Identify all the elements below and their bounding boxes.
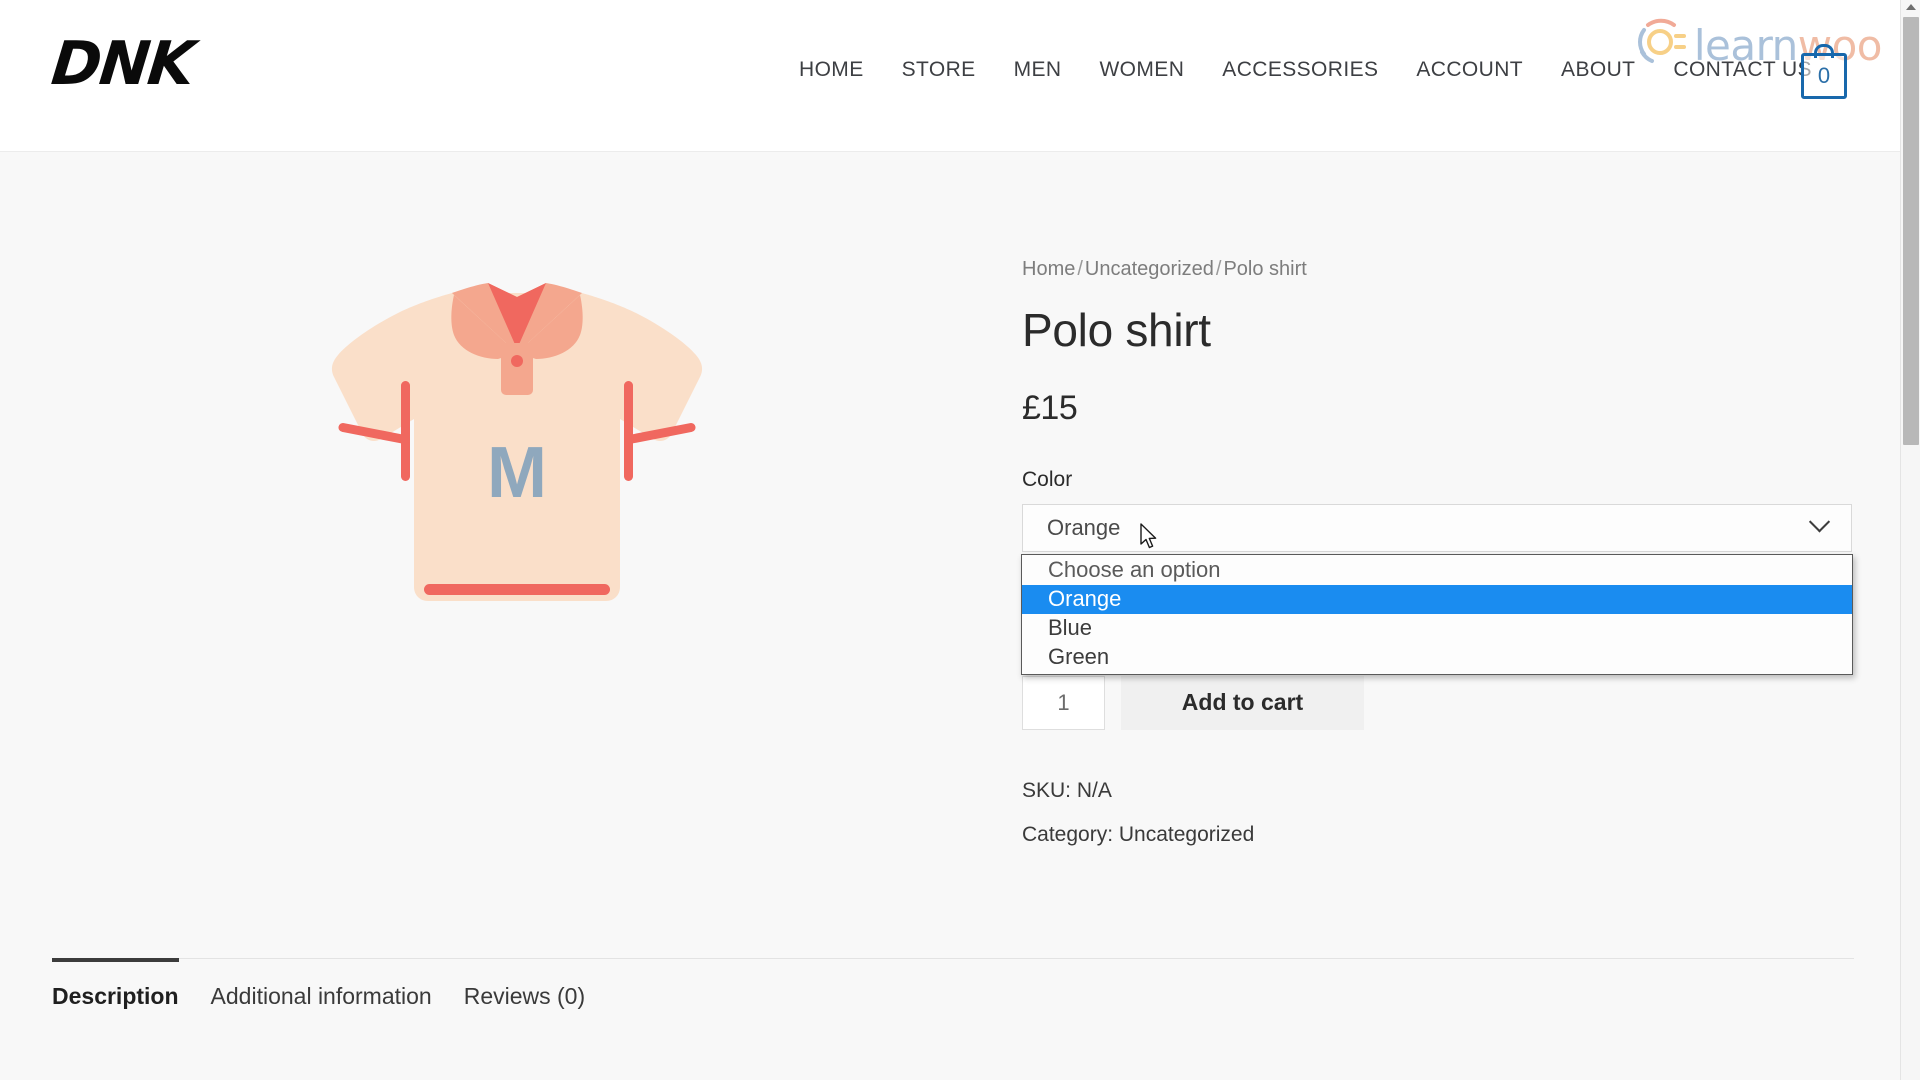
product-sku: SKU: N/A: [1022, 778, 1112, 802]
breadcrumb-current: Polo shirt: [1223, 258, 1307, 280]
nav-item-home[interactable]: HOME: [780, 58, 883, 82]
option-blue[interactable]: Blue: [1022, 614, 1852, 643]
tab-additional-information[interactable]: Additional information: [211, 959, 432, 1022]
nav-item-accessories[interactable]: ACCESSORIES: [1203, 58, 1397, 82]
product-tabs: Description Additional information Revie…: [52, 958, 1854, 1022]
nav-item-men[interactable]: MEN: [995, 58, 1081, 82]
main-navigation: HOME STORE MEN WOMEN ACCESSORIES ACCOUNT…: [780, 58, 1831, 82]
scroll-up-arrow-icon[interactable]: [1905, 4, 1916, 10]
add-to-cart-button[interactable]: Add to cart: [1121, 675, 1364, 730]
nav-item-about[interactable]: ABOUT: [1542, 58, 1654, 82]
color-option-list[interactable]: Choose an option Orange Blue Green: [1021, 553, 1853, 675]
nav-item-store[interactable]: STORE: [883, 58, 995, 82]
nav-item-account[interactable]: ACCOUNT: [1397, 58, 1542, 82]
breadcrumb-separator: /: [1077, 258, 1083, 280]
site-header: DNK HOME STORE MEN WOMEN ACCESSORIES ACC…: [0, 0, 1900, 152]
scrollbar-thumb[interactable]: [1903, 17, 1919, 445]
product-summary: Home / Uncategorized / Polo shirt Polo shirt…: [1021, 152, 1854, 865]
page-content: M Home / Uncategorized / Polo shirt Polo shi…: [0, 152, 1900, 1080]
option-green[interactable]: Green: [1022, 643, 1852, 672]
shopping-bag-icon: [1814, 44, 1834, 58]
breadcrumb-category[interactable]: Uncategorized: [1085, 258, 1214, 280]
color-attribute-label: Color: [1022, 467, 1073, 491]
color-select-wrapper: Orange Choose an option Orange Blue Gree…: [1021, 503, 1853, 675]
quantity-input[interactable]: [1022, 675, 1105, 730]
site-logo[interactable]: DNK: [48, 29, 196, 99]
option-choose-an-option[interactable]: Choose an option: [1022, 556, 1852, 585]
nav-item-women[interactable]: WOMEN: [1080, 58, 1203, 82]
product-page: DNK HOME STORE MEN WOMEN ACCESSORIES ACC…: [0, 0, 1920, 1080]
shirt-size-letter: M: [487, 433, 547, 513]
tab-reviews[interactable]: Reviews (0): [464, 959, 585, 1022]
breadcrumb-home[interactable]: Home: [1022, 258, 1075, 280]
product-price: £15: [1022, 388, 1078, 427]
vertical-scrollbar[interactable]: [1900, 0, 1920, 1080]
page-title: Polo shirt: [1022, 304, 1211, 356]
polo-shirt-illustration: M: [302, 257, 732, 687]
chevron-down-icon: [1808, 511, 1831, 533]
option-orange[interactable]: Orange: [1022, 584, 1852, 614]
product-meta: SKU: N/A Category: Uncategorized: [1022, 776, 1854, 851]
color-select[interactable]: Orange: [1022, 503, 1852, 552]
product-gallery[interactable]: M: [52, 197, 982, 967]
product-category: Category: Uncategorized: [1022, 823, 1255, 847]
cart-count: 0: [1817, 63, 1831, 88]
cart-button[interactable]: 0: [1801, 44, 1847, 99]
breadcrumb: Home / Uncategorized / Polo shirt: [1022, 256, 1854, 282]
add-to-cart-row: Add to cart: [1022, 675, 1854, 730]
color-select-value: Orange: [1047, 514, 1121, 540]
tab-description[interactable]: Description: [52, 958, 179, 1022]
